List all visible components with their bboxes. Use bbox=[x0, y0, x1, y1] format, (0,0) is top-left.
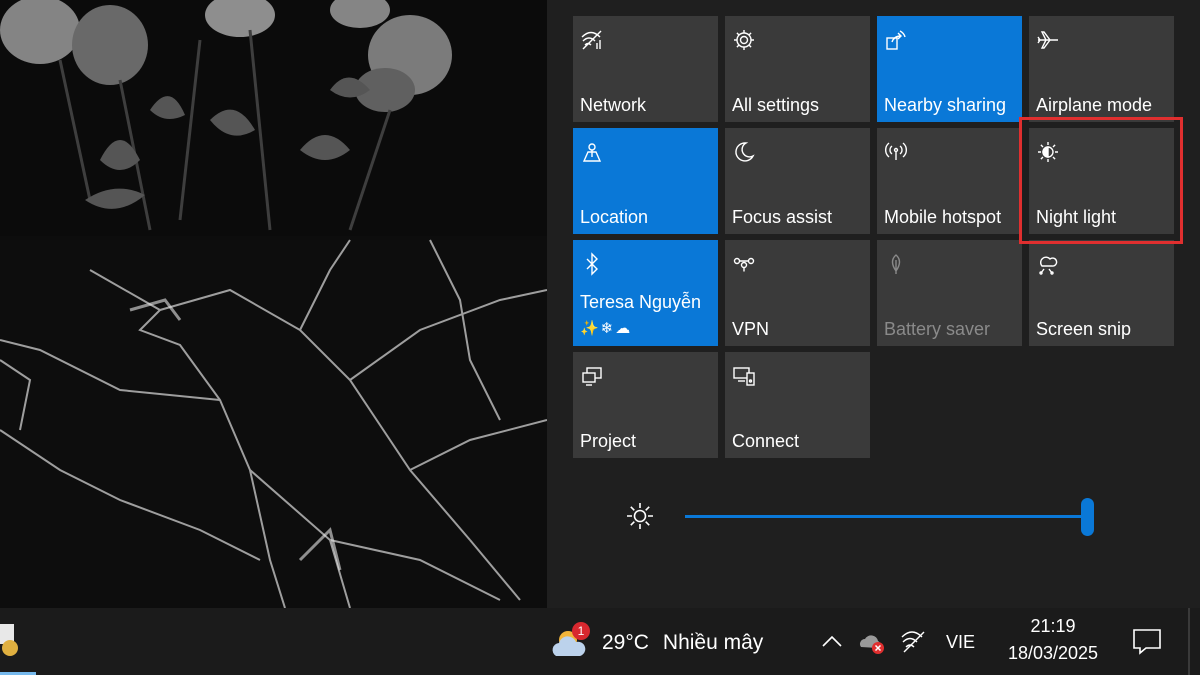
tile-bluetooth[interactable]: Teresa Nguyễn ✨❄☁ bbox=[573, 240, 718, 346]
onedrive-error-icon[interactable] bbox=[858, 628, 886, 656]
brightness-slider-track[interactable] bbox=[685, 515, 1088, 518]
tile-label: Battery saver bbox=[884, 319, 991, 339]
input-language[interactable]: VIE bbox=[946, 632, 975, 653]
tile-label: Focus assist bbox=[732, 207, 833, 227]
network-icon bbox=[580, 28, 604, 52]
tile-label: Nearby sharing bbox=[884, 95, 1007, 115]
tile-label: Project bbox=[580, 431, 637, 451]
desktop-wallpaper bbox=[0, 0, 547, 608]
brightness-icon bbox=[625, 501, 655, 531]
tile-location[interactable]: Location bbox=[573, 128, 718, 234]
weather-description: Nhiều mây bbox=[662, 631, 764, 654]
tile-label: Airplane mode bbox=[1036, 95, 1153, 115]
tile-focus-assist[interactable]: Focus assist bbox=[725, 128, 870, 234]
tile-label: Network bbox=[580, 95, 647, 115]
tile-label: Location bbox=[580, 207, 649, 227]
airplane-icon bbox=[1036, 28, 1060, 52]
tile-project[interactable]: Project bbox=[573, 352, 718, 458]
tile-label: Screen snip bbox=[1036, 319, 1132, 339]
tile-label: Mobile hotspot bbox=[884, 207, 1002, 227]
tile-battery-saver[interactable]: Battery saver bbox=[877, 240, 1022, 346]
hotspot-icon bbox=[884, 140, 908, 164]
battery-saver-icon bbox=[884, 252, 908, 276]
clock-time: 21:19 bbox=[1030, 616, 1076, 636]
nearby-sharing-icon bbox=[884, 28, 908, 52]
clock[interactable]: 21:19 18/03/2025 bbox=[998, 616, 1108, 664]
tile-label: VPN bbox=[732, 319, 770, 339]
location-icon bbox=[580, 140, 604, 164]
weather-widget[interactable]: 1 29°C Nhiều mây bbox=[550, 622, 764, 660]
tile-label: Night light bbox=[1036, 207, 1117, 227]
tile-network[interactable]: Network bbox=[573, 16, 718, 122]
tile-all-settings[interactable]: All settings bbox=[725, 16, 870, 122]
show-desktop-button[interactable] bbox=[1188, 608, 1190, 675]
bluetooth-icon bbox=[580, 252, 604, 276]
tile-mobile-hotspot[interactable]: Mobile hotspot bbox=[877, 128, 1022, 234]
connect-icon bbox=[732, 364, 756, 388]
notification-icon bbox=[1133, 629, 1161, 655]
night-light-icon bbox=[1036, 140, 1060, 164]
file-icon bbox=[0, 624, 18, 656]
moon-icon bbox=[732, 140, 756, 164]
tile-connect[interactable]: Connect bbox=[725, 352, 870, 458]
weather-temperature: 29°C bbox=[602, 631, 649, 654]
weather-mini-icons: ✨❄☁ bbox=[580, 320, 633, 337]
tile-label: All settings bbox=[732, 95, 820, 115]
project-icon bbox=[580, 364, 604, 388]
weather-icon: 1 bbox=[550, 622, 592, 660]
clock-date: 18/03/2025 bbox=[1007, 643, 1099, 663]
taskbar: 1 29°C Nhiều mây VIE 21:19 18/03/2025 bbox=[0, 608, 1200, 675]
tile-label: Teresa Nguyễn bbox=[580, 292, 702, 312]
tile-nearby-sharing[interactable]: Nearby sharing bbox=[877, 16, 1022, 122]
weather-badge: 1 bbox=[572, 622, 590, 640]
gear-icon bbox=[732, 28, 756, 52]
taskbar-app-file-explorer[interactable] bbox=[0, 622, 36, 675]
brightness-slider-thumb[interactable] bbox=[1081, 498, 1094, 536]
vpn-icon bbox=[732, 252, 756, 276]
tile-label: Connect bbox=[732, 431, 800, 451]
notification-center-button[interactable] bbox=[1130, 624, 1164, 658]
chevron-up-icon[interactable] bbox=[818, 628, 846, 656]
tile-airplane-mode[interactable]: Airplane mode bbox=[1029, 16, 1174, 122]
wallpaper-image bbox=[0, 0, 547, 608]
tile-night-light[interactable]: Night light bbox=[1029, 128, 1174, 234]
tile-screen-snip[interactable]: Screen snip bbox=[1029, 240, 1174, 346]
tile-vpn[interactable]: VPN bbox=[725, 240, 870, 346]
screen-snip-icon bbox=[1036, 252, 1060, 276]
wifi-icon[interactable] bbox=[900, 628, 928, 656]
